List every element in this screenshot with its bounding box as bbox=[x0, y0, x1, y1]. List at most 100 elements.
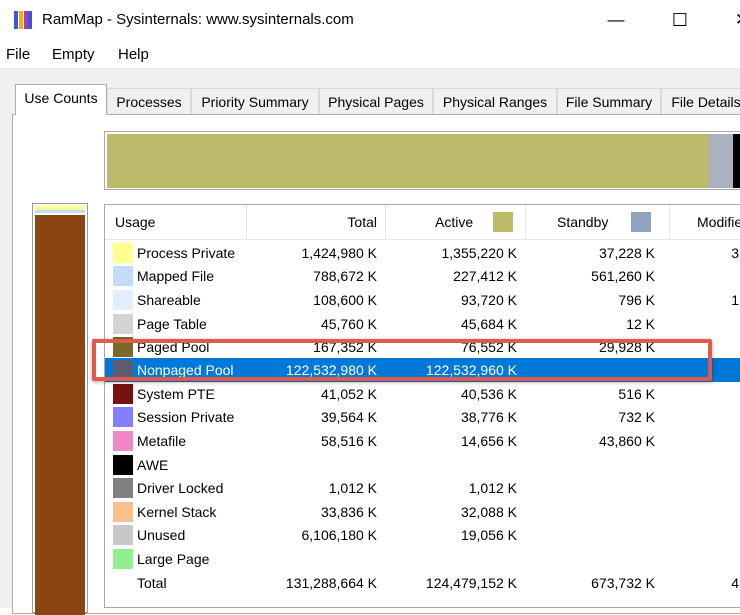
table-row[interactable]: Total 131,288,664 K 124,479,152 K 673,732 K… bbox=[105, 571, 740, 595]
minimize-button[interactable]: — bbox=[596, 8, 636, 32]
active-value: 93,720 K bbox=[460, 292, 517, 308]
table-row[interactable]: Large Page bbox=[105, 547, 740, 571]
menu-file[interactable]: File bbox=[6, 46, 30, 63]
menu-bar: File Empty Help bbox=[0, 42, 740, 69]
menu-empty[interactable]: Empty bbox=[52, 46, 95, 63]
column-header-modified[interactable]: Modifie bbox=[697, 205, 740, 239]
column-separator[interactable] bbox=[385, 205, 386, 239]
window-title: RamMap - Sysinternals: www.sysinternals.… bbox=[42, 11, 354, 28]
column-header-usage[interactable]: Usage bbox=[115, 205, 235, 239]
table-row[interactable]: Shareable 108,600 K 93,720 K 796 K 1 bbox=[105, 288, 740, 312]
usage-color-swatch bbox=[113, 455, 133, 475]
modified-value bbox=[669, 264, 739, 288]
table-row[interactable]: Metafile 58,516 K 14,656 K 43,860 K bbox=[105, 429, 740, 453]
active-value: 19,056 K bbox=[460, 527, 517, 543]
total-value: 131,288,664 K bbox=[285, 575, 377, 591]
total-value: 1,012 K bbox=[328, 480, 377, 496]
usage-label: Session Private bbox=[137, 409, 235, 425]
table-row[interactable]: Page Table 45,760 K 45,684 K 12 K bbox=[105, 312, 740, 336]
active-value bbox=[385, 453, 517, 477]
tab-physical-pages[interactable]: Physical Pages bbox=[319, 88, 433, 114]
modified-value bbox=[669, 476, 739, 500]
usage-label: Unused bbox=[137, 527, 186, 543]
menu-help[interactable]: Help bbox=[118, 46, 149, 63]
column-header-standby[interactable]: Standby bbox=[557, 205, 617, 239]
standby-value: 796 K bbox=[618, 292, 655, 308]
usage-label: Process Private bbox=[137, 245, 236, 261]
active-value: 1,355,220 K bbox=[441, 245, 517, 261]
usage-label: Mapped File bbox=[137, 268, 215, 284]
modified-value bbox=[669, 429, 739, 453]
standby-value: 43,860 K bbox=[598, 433, 655, 449]
usage-label: System PTE bbox=[137, 386, 215, 402]
table-row[interactable]: Session Private 39,564 K 38,776 K 732 K bbox=[105, 405, 740, 429]
tab-physical-ranges[interactable]: Physical Ranges bbox=[433, 88, 557, 114]
usage-color-swatch bbox=[113, 549, 133, 569]
usage-color-swatch bbox=[113, 266, 133, 286]
standby-value bbox=[525, 476, 655, 500]
tab-processes[interactable]: Processes bbox=[107, 88, 191, 114]
usage-label: Total bbox=[137, 575, 167, 591]
bar-standby-segment bbox=[709, 134, 733, 188]
usage-label: Shareable bbox=[137, 292, 201, 308]
tab-file-details[interactable]: File Details bbox=[661, 88, 740, 114]
vbar-nonpaged-pool bbox=[35, 215, 85, 615]
total-value bbox=[247, 453, 377, 477]
usage-list[interactable]: Usage Total Active Standby Modifie Proce… bbox=[104, 204, 740, 608]
active-value: 14,656 K bbox=[460, 433, 517, 449]
table-row[interactable]: Process Private 1,424,980 K 1,355,220 K 37,… bbox=[105, 241, 740, 265]
table-row[interactable]: Mapped File 788,672 K 227,412 K 561,260 K bbox=[105, 264, 740, 288]
column-separator[interactable] bbox=[525, 205, 526, 239]
active-value: 1,012 K bbox=[468, 480, 517, 496]
annotation-highlight-box bbox=[92, 339, 712, 381]
active-value: 227,412 K bbox=[453, 268, 517, 284]
table-row[interactable]: AWE bbox=[105, 453, 740, 477]
modified-value: 4 bbox=[731, 575, 739, 591]
table-row[interactable]: Driver Locked 1,012 K 1,012 K bbox=[105, 476, 740, 500]
modified-value: 1 bbox=[731, 292, 739, 308]
total-value: 1,424,980 K bbox=[301, 245, 377, 261]
table-row[interactable]: Kernel Stack 33,836 K 32,088 K bbox=[105, 500, 740, 524]
standby-value: 516 K bbox=[618, 386, 655, 402]
total-value: 41,052 K bbox=[320, 386, 377, 402]
total-value: 108,600 K bbox=[313, 292, 377, 308]
column-header-active[interactable]: Active bbox=[435, 205, 495, 239]
column-separator[interactable] bbox=[669, 205, 670, 239]
tab-file-summary[interactable]: File Summary bbox=[557, 88, 661, 114]
active-value: 32,088 K bbox=[460, 504, 517, 520]
modified-value bbox=[669, 453, 739, 477]
usage-color-swatch bbox=[113, 314, 133, 334]
usage-color-swatch bbox=[113, 431, 133, 451]
column-header-total[interactable]: Total bbox=[247, 205, 377, 239]
title-bar: RamMap - Sysinternals: www.sysinternals.… bbox=[0, 0, 740, 40]
rammap-app-icon bbox=[14, 11, 32, 29]
table-row[interactable]: Unused 6,106,180 K 19,056 K bbox=[105, 523, 740, 547]
standby-value bbox=[525, 500, 655, 524]
close-button[interactable]: ✕ bbox=[722, 8, 740, 32]
active-value: 38,776 K bbox=[460, 409, 517, 425]
usage-color-swatch bbox=[113, 384, 133, 404]
total-value: 6,106,180 K bbox=[301, 527, 377, 543]
tab-priority-summary[interactable]: Priority Summary bbox=[191, 88, 319, 114]
total-value: 788,672 K bbox=[313, 268, 377, 284]
tab-use-counts[interactable]: Use Counts bbox=[15, 84, 107, 115]
vbar-mapped-file bbox=[35, 210, 85, 213]
usage-label: Large Page bbox=[137, 551, 210, 567]
standby-value: 673,732 K bbox=[591, 575, 655, 591]
usage-color-swatch bbox=[113, 478, 133, 498]
standby-value: 12 K bbox=[626, 316, 655, 332]
maximize-button[interactable]: ☐ bbox=[660, 8, 700, 32]
total-value: 33,836 K bbox=[320, 504, 377, 520]
standby-value: 561,260 K bbox=[591, 268, 655, 284]
usage-color-swatch bbox=[113, 525, 133, 545]
bar-modified-segment bbox=[733, 134, 740, 188]
usage-label: Kernel Stack bbox=[137, 504, 217, 520]
table-row[interactable]: System PTE 41,052 K 40,536 K 516 K bbox=[105, 382, 740, 406]
modified-value: 3 bbox=[731, 245, 739, 261]
standby-value bbox=[525, 453, 655, 477]
memory-usage-bar bbox=[104, 131, 740, 190]
modified-value bbox=[669, 500, 739, 524]
total-value: 58,516 K bbox=[320, 433, 377, 449]
usage-label: Driver Locked bbox=[137, 480, 224, 496]
usage-label: AWE bbox=[137, 457, 169, 473]
